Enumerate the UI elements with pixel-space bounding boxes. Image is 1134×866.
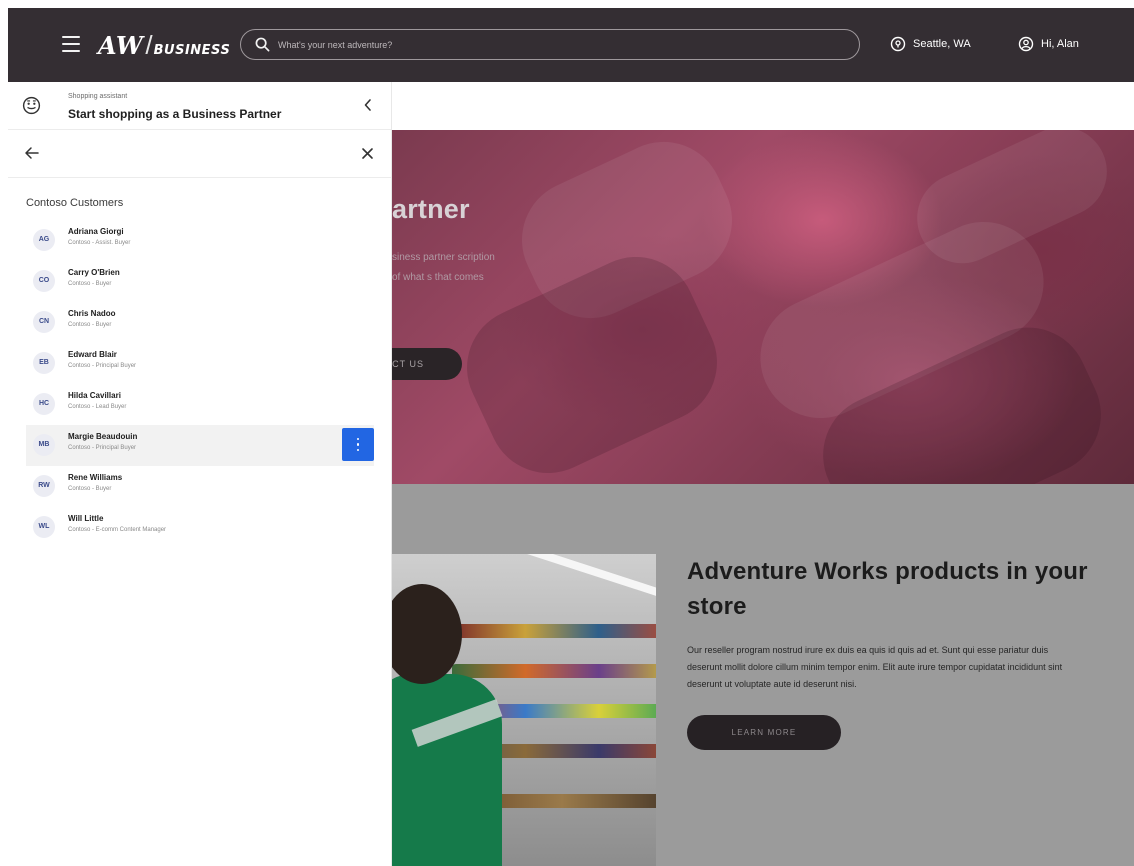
customer-list-item[interactable]: EB Edward Blair Contoso - Principal Buye… (26, 343, 374, 384)
hero-title: artner (392, 194, 470, 224)
logo-main-text: AW (98, 31, 144, 60)
customer-list-item-selected[interactable]: MB Margie Beaudouin Contoso - Principal … (26, 425, 374, 466)
page-top-strip (392, 82, 1134, 130)
location-selector[interactable]: Seattle, WA (890, 36, 971, 52)
customer-role: Contoso - Assist. Buyer (68, 240, 131, 246)
brand-logo[interactable]: AW/BUSINESS (98, 30, 230, 61)
customer-list-item[interactable]: CO Carry O'Brien Contoso - Buyer (26, 261, 374, 302)
photo-ceiling-light (485, 554, 656, 600)
customer-role: Contoso - Buyer (68, 281, 112, 287)
panel-nav-bar (8, 130, 391, 178)
search-bar[interactable] (240, 29, 860, 60)
customer-name: Chris Nadoo (68, 309, 116, 318)
customer-name: Hilda Cavillari (68, 391, 121, 400)
chevron-left-icon[interactable] (362, 98, 374, 112)
customer-name: Margie Beaudouin (68, 432, 138, 441)
hero-description: siness partner scription of what s that … (392, 252, 495, 283)
customer-avatar: CO (33, 270, 55, 292)
assistant-subtitle: Shopping assistant (68, 93, 128, 100)
customer-list-item[interactable]: HC Hilda Cavillari Contoso - Lead Buyer (26, 384, 374, 425)
customer-name: Will Little (68, 514, 104, 523)
customer-avatar: CN (33, 311, 55, 333)
customer-role: Contoso - Buyer (68, 322, 112, 328)
customer-list-item[interactable]: AG Adriana Giorgi Contoso - Assist. Buye… (26, 220, 374, 261)
account-menu[interactable]: Hi, Alan (1018, 36, 1079, 52)
search-icon[interactable] (255, 37, 270, 52)
customer-role: Contoso - Principal Buyer (68, 445, 137, 451)
customer-list-item[interactable]: WL Will Little Contoso - E-comm Content … (26, 507, 374, 548)
store-photo (392, 554, 656, 866)
customer-role: Contoso - E-comm Content Manager (68, 527, 167, 533)
customer-name: Edward Blair (68, 350, 117, 359)
logo-sub-text: BUSINESS (153, 43, 231, 58)
customer-avatar: AG (33, 229, 55, 251)
promo-section: Adventure Works products in your store O… (392, 484, 1134, 866)
customer-avatar: EB (33, 352, 55, 374)
search-input[interactable] (278, 39, 838, 50)
location-label: Seattle, WA (913, 38, 971, 50)
customer-role: Contoso - Principal Buyer (68, 363, 137, 369)
customer-role: Contoso - Lead Buyer (68, 404, 127, 410)
customer-name: Carry O'Brien (68, 268, 120, 277)
photo-shelf (452, 624, 656, 638)
learn-more-button[interactable]: LEARN MORE (687, 715, 841, 750)
close-icon[interactable] (361, 147, 374, 160)
customer-list: AG Adriana Giorgi Contoso - Assist. Buye… (26, 220, 374, 548)
promo-title: Adventure Works products in your store (687, 558, 1088, 620)
shopping-assistant-panel: Shopping assistant Start shopping as a B… (8, 82, 392, 866)
logo-slash: / (145, 30, 153, 60)
assistant-title: Start shopping as a Business Partner (68, 107, 282, 121)
assistant-header[interactable]: Shopping assistant Start shopping as a B… (8, 82, 391, 130)
photo-shelf (452, 664, 656, 678)
customer-avatar: RW (33, 475, 55, 497)
more-vertical-icon[interactable] (342, 428, 374, 461)
customer-avatar: WL (33, 516, 55, 538)
customer-name: Adriana Giorgi (68, 227, 124, 236)
promo-content: Adventure Works products in your store O… (687, 554, 1107, 750)
promo-body: Our reseller program nostrud irure ex du… (687, 645, 1063, 689)
customer-avatar: HC (33, 393, 55, 415)
customer-list-item[interactable]: CN Chris Nadoo Contoso - Buyer (26, 302, 374, 343)
customer-role: Contoso - Buyer (68, 486, 112, 492)
arrow-left-icon[interactable] (24, 146, 40, 160)
customer-list-item[interactable]: RW Rene Williams Contoso - Buyer (26, 466, 374, 507)
location-pin-icon (890, 36, 906, 52)
top-header: AW/BUSINESS Seattle, WA Hi, Alan (8, 8, 1134, 82)
customer-avatar: MB (33, 434, 55, 456)
user-circle-icon (1018, 36, 1034, 52)
assistant-face-icon (22, 96, 41, 115)
hero-banner: artner siness partner scription of what … (392, 130, 1134, 484)
hamburger-icon[interactable] (62, 36, 80, 52)
customers-section-title: Contoso Customers (26, 197, 124, 209)
contact-us-button[interactable]: CT US (392, 348, 462, 380)
customer-name: Rene Williams (68, 473, 123, 482)
user-greeting: Hi, Alan (1041, 38, 1079, 50)
